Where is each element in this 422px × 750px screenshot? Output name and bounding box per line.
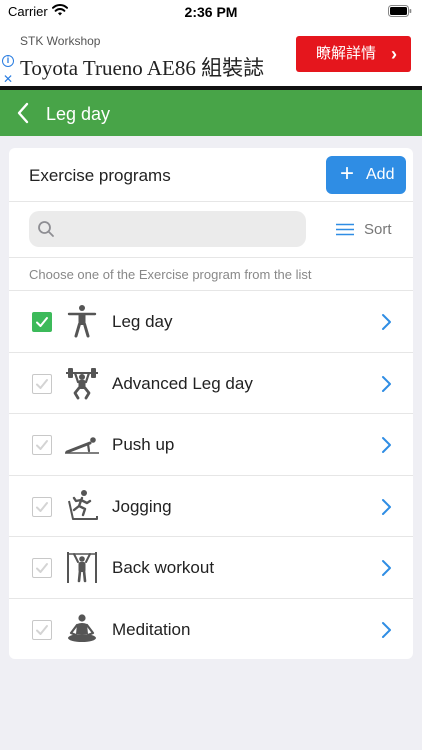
sort-lines-icon (336, 223, 354, 236)
program-row[interactable]: Leg day (9, 291, 413, 353)
search-field[interactable] (29, 211, 306, 247)
back-chevron-icon[interactable] (16, 102, 30, 124)
chevron-right-icon[interactable] (380, 436, 392, 454)
exercise-programs-card: Exercise programs + Add Sort Choose one … (9, 148, 413, 659)
checkbox[interactable] (32, 312, 52, 332)
program-row[interactable]: Push up (9, 414, 413, 476)
standing-figure-icon (67, 305, 97, 338)
search-icon (38, 221, 54, 237)
program-name: Leg day (112, 312, 173, 331)
program-row[interactable]: Back workout (9, 537, 413, 599)
ad-headline[interactable]: Toyota Trueno AE86 組裝誌 (20, 52, 264, 82)
search-row: Sort (9, 202, 413, 258)
chevron-right-icon: › (391, 44, 397, 64)
program-list: Leg day Advanced Leg day Push up Jogging… (9, 291, 413, 660)
program-name: Meditation (112, 619, 191, 639)
status-bar: Carrier 2:36 PM (0, 0, 422, 22)
weightlifter-icon (66, 367, 98, 399)
checkbox[interactable] (32, 619, 52, 640)
checkbox[interactable] (32, 373, 52, 394)
info-icon[interactable]: i (2, 55, 14, 67)
chevron-right-icon[interactable] (380, 621, 392, 639)
chevron-right-icon[interactable] (380, 559, 392, 577)
checkmark-icon (36, 440, 48, 450)
sort-button[interactable]: Sort (334, 219, 400, 241)
checkmark-icon (36, 563, 48, 573)
chevron-right-icon[interactable] (380, 375, 392, 393)
program-row[interactable]: Advanced Leg day (9, 353, 413, 414)
checkmark-icon (36, 501, 48, 512)
close-icon[interactable]: ✕ (3, 72, 13, 86)
hint-row: Choose one of the Exercise program from … (9, 258, 413, 291)
checkbox[interactable] (32, 558, 52, 578)
program-row[interactable]: Meditation (9, 599, 413, 661)
checkmark-icon (36, 624, 48, 635)
ad-cta-label: 瞭解詳情 (316, 45, 377, 62)
ad-banner[interactable]: STK Workshop Toyota Trueno AE86 組裝誌 i ✕ … (0, 22, 422, 86)
checkmark-icon (36, 378, 48, 389)
add-label: Add (366, 166, 395, 183)
ad-cta-button[interactable]: 瞭解詳情 › (296, 36, 411, 72)
program-name: Jogging (112, 496, 172, 516)
search-input[interactable] (63, 211, 293, 247)
checkbox[interactable] (32, 435, 52, 455)
add-button[interactable]: + Add (326, 156, 406, 194)
meditation-icon (68, 613, 96, 642)
program-name: Advanced Leg day (112, 373, 253, 393)
card-header: Exercise programs + Add (9, 148, 413, 202)
ad-source: STK Workshop (20, 34, 101, 48)
nav-title: Leg day (46, 104, 111, 124)
battery-icon (388, 5, 412, 17)
program-name: Push up (112, 435, 175, 454)
checkmark-icon (36, 317, 48, 327)
checkbox[interactable] (32, 496, 52, 517)
program-row[interactable]: Jogging (9, 476, 413, 537)
nav-bar: Leg day (0, 90, 422, 136)
chevron-right-icon[interactable] (380, 313, 392, 331)
clock: 2:36 PM (184, 4, 238, 20)
pullup-bar-icon (67, 552, 97, 583)
hint-text: Choose one of the Exercise program from … (29, 267, 312, 282)
treadmill-runner-icon (68, 489, 98, 520)
chevron-right-icon[interactable] (380, 498, 392, 516)
pushup-icon (65, 437, 99, 454)
sort-label: Sort (364, 221, 392, 238)
program-name: Back workout (112, 558, 215, 577)
plus-icon: + (340, 160, 355, 187)
card-title: Exercise programs (29, 166, 171, 185)
